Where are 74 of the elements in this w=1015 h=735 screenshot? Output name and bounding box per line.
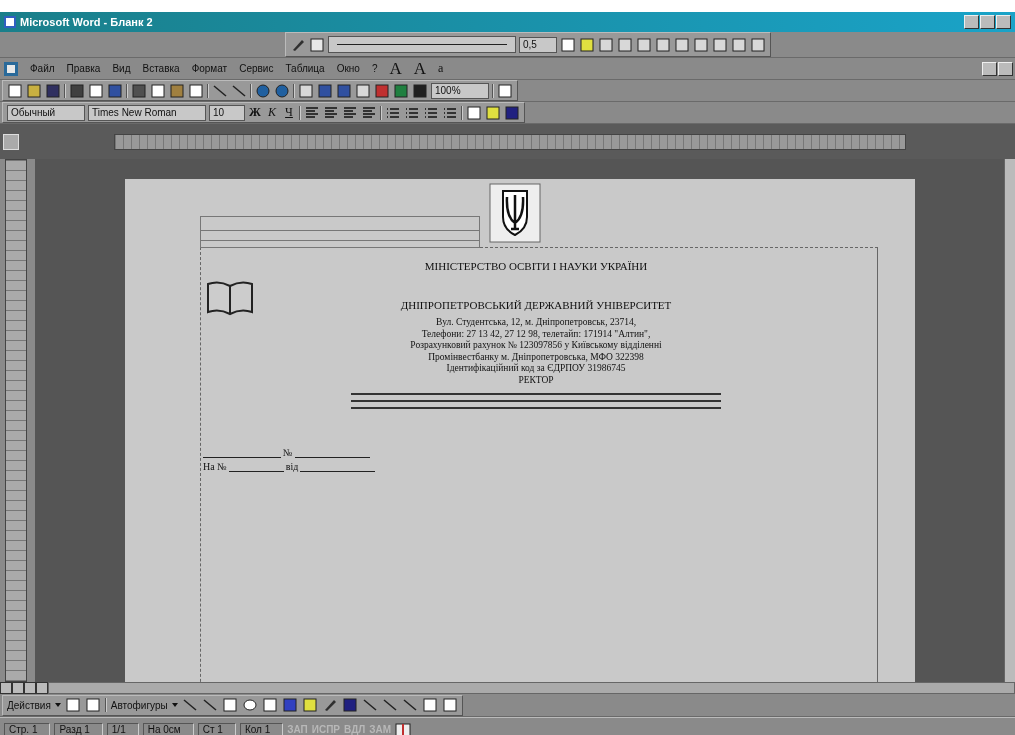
menu-item[interactable]: Правка <box>66 63 101 74</box>
ministry-name: МІНІСТЕРСТВО ОСВІТИ І НАУКИ УКРАЇНИ <box>424 260 648 272</box>
status-field: 1/1 <box>106 723 139 735</box>
status-field: Кол 1 <box>239 723 284 735</box>
status-field: Стр. 1 <box>4 723 51 735</box>
window-title: Microsoft Word - Бланк 2 <box>20 16 153 28</box>
reply-number-label: На № <box>203 461 227 472</box>
format-button[interactable]: К <box>265 105 279 120</box>
address-line: Промінвестбанку м. Дніпропетровська, МФО 322398 <box>428 351 644 363</box>
menu-item[interactable]: Вставка <box>142 63 180 74</box>
open-book-icon <box>205 278 255 318</box>
line-icon[interactable] <box>181 697 198 713</box>
page-icon[interactable] <box>7 82 23 99</box>
line-icon[interactable] <box>361 697 378 713</box>
university-name: ДНІПРОПЕТРОВСЬКИЙ ДЕРЖАВНИЙ УНІВЕРСИТЕТ <box>400 299 672 311</box>
letterhead-heading: РЕКТОР <box>518 374 554 386</box>
minimize-button[interactable] <box>964 15 979 29</box>
font-size-dropdown[interactable]: 10 <box>209 104 245 121</box>
line-width-field[interactable]: 0,5 <box>519 36 557 53</box>
align-center-icon[interactable] <box>323 104 339 121</box>
menu-item[interactable]: Сервис <box>239 63 274 74</box>
square-icon[interactable] <box>221 697 238 713</box>
actions-menu[interactable]: Действия <box>7 699 51 711</box>
square-icon[interactable] <box>466 104 482 121</box>
menu-item[interactable]: Окно <box>336 63 360 74</box>
book-icon <box>395 722 412 735</box>
maximize-button[interactable] <box>980 15 995 29</box>
align-right-icon[interactable] <box>342 104 358 121</box>
status-field: Разд 1 <box>54 723 103 735</box>
trident-emblem-icon <box>489 183 541 243</box>
ellipse-icon[interactable] <box>241 697 258 713</box>
caret-icon[interactable] <box>171 703 178 707</box>
document-icon <box>4 61 18 76</box>
format-button[interactable]: Ч <box>282 105 296 120</box>
close-button[interactable] <box>996 15 1011 29</box>
status-field: На 0см <box>142 723 194 735</box>
minimize-button[interactable] <box>982 61 997 76</box>
number-label: № <box>283 447 293 458</box>
autoshapes-menu[interactable]: Автофигуры <box>110 699 168 711</box>
menu-item[interactable]: Вид <box>112 63 131 74</box>
font-size-button[interactable]: a <box>438 61 444 76</box>
caret-icon[interactable] <box>54 703 61 707</box>
line-icon[interactable] <box>381 697 398 713</box>
style-dropdown[interactable]: Обычный <box>7 104 85 121</box>
vertical-scrollbar[interactable] <box>1004 159 1015 682</box>
address-line: Ідентифікаційний код за ЄДРПОУ 31986745 <box>446 363 626 375</box>
font-size-button[interactable]: A <box>413 58 426 79</box>
outline-view-button[interactable] <box>36 682 48 694</box>
format-button[interactable]: Ж <box>248 105 262 120</box>
horizontal-scrollbar[interactable] <box>48 682 1015 694</box>
square-icon[interactable] <box>560 36 576 53</box>
square-icon[interactable] <box>441 697 458 713</box>
layout-view-button[interactable] <box>24 682 36 694</box>
font-size-button[interactable]: A <box>389 58 402 79</box>
normal-view-button[interactable] <box>0 682 12 694</box>
line-style-dropdown[interactable] <box>328 36 516 53</box>
address-line: Вул. Студентська, 12, м. Дніпропетровськ, 23714, <box>435 317 637 329</box>
web-view-button[interactable] <box>12 682 24 694</box>
tab-stop-button[interactable] <box>3 133 19 150</box>
align-left-icon[interactable] <box>304 104 320 121</box>
square-icon[interactable] <box>421 697 438 713</box>
status-field: Ст 1 <box>197 723 236 735</box>
font-dropdown[interactable]: Times New Roman <box>88 104 206 121</box>
menu-item[interactable]: Таблица <box>285 63 325 74</box>
menu-item[interactable]: Формат <box>191 63 228 74</box>
date-label: від <box>285 461 299 472</box>
menu-item[interactable]: ? <box>371 63 378 74</box>
justify-icon[interactable] <box>361 104 377 121</box>
zoom-dropdown[interactable]: 100% <box>431 82 489 99</box>
address-line: Телефони: 27 13 42, 27 12 98, телетайп: 171914 "Алтин", <box>421 328 651 340</box>
menu-item[interactable]: Файл <box>30 63 55 74</box>
address-line: Розрахунковий рахунок № 123097856 у Київському відділенні <box>410 340 662 352</box>
restore-button[interactable] <box>998 61 1013 76</box>
word-icon <box>4 16 16 28</box>
